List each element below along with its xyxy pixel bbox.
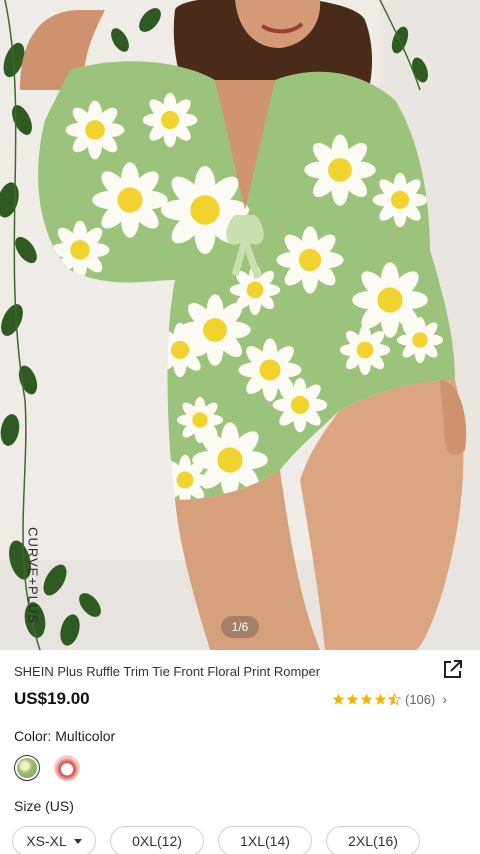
product-photo <box>0 0 480 650</box>
product-price: US$19.00 <box>14 689 90 708</box>
product-image-gallery[interactable]: CURVE+PLUS 1/6 <box>0 0 480 650</box>
size-option-2xl[interactable]: 2XL(16) <box>326 826 420 854</box>
color-swatch-red-floral[interactable] <box>54 755 80 781</box>
star-full-icon <box>346 693 359 705</box>
star-full-icon <box>374 693 387 705</box>
size-option-0xl[interactable]: 0XL(12) <box>110 826 204 854</box>
size-range-dropdown[interactable]: XS-XL <box>12 826 96 854</box>
star-full-icon <box>360 693 373 705</box>
brand-watermark: CURVE+PLUS <box>25 527 41 624</box>
size-option-1xl[interactable]: 1XL(14) <box>218 826 312 854</box>
star-full-icon <box>332 693 345 705</box>
product-title: SHEIN Plus Ruffle Trim Tie Front Floral … <box>14 664 321 679</box>
caret-down-icon <box>73 838 82 844</box>
review-count: (106) <box>405 691 436 707</box>
chevron-right-icon: › <box>442 691 448 707</box>
share-icon[interactable] <box>442 658 464 680</box>
size-option-label: 2XL(16) <box>348 833 398 849</box>
size-range-label: XS-XL <box>26 833 67 849</box>
color-label: Color: Multicolor <box>14 728 116 744</box>
size-option-label: 1XL(14) <box>240 833 290 849</box>
size-option-label: 0XL(12) <box>132 833 182 849</box>
product-info-panel: SHEIN Plus Ruffle Trim Tie Front Floral … <box>0 650 480 854</box>
size-label: Size (US) <box>14 798 74 814</box>
color-swatch-green-floral[interactable] <box>14 755 40 781</box>
rating-summary[interactable]: (106) › <box>332 690 447 708</box>
size-options: XS-XL 0XL(12) 1XL(14) 2XL(16) <box>12 826 434 854</box>
image-pager-indicator: 1/6 <box>221 616 259 638</box>
star-half-icon <box>388 692 401 706</box>
